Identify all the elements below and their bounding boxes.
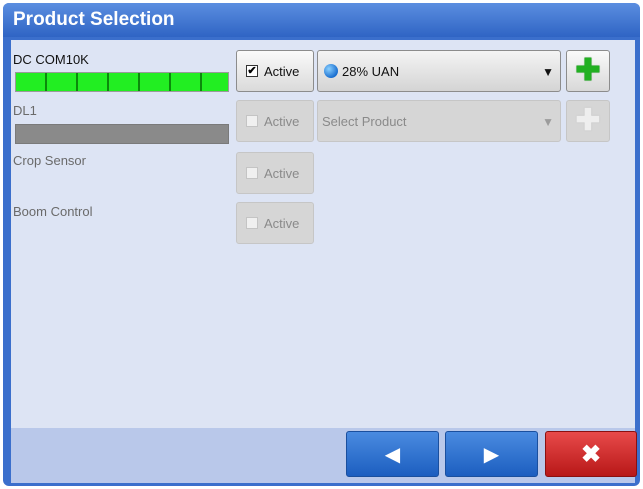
connection-status-bar [15, 72, 229, 92]
active-toggle-button[interactable]: Active [236, 152, 314, 194]
channel-name: Crop Sensor [13, 153, 86, 168]
plus-icon: ✚ [575, 104, 601, 137]
next-button[interactable]: ▶ [445, 431, 538, 477]
add-product-button[interactable]: ✚ [566, 50, 610, 92]
content-panel [11, 40, 635, 428]
active-toggle-button[interactable]: Active [236, 202, 314, 244]
product-placeholder: Select Product [322, 113, 407, 129]
checkbox-icon [246, 115, 258, 127]
arrow-right-icon: ▶ [483, 443, 500, 466]
close-icon: ✖ [580, 440, 602, 468]
channel-name: DL1 [13, 103, 37, 118]
active-label: Active [264, 215, 300, 231]
droplet-icon [324, 64, 338, 78]
product-selected-value: 28% UAN [342, 63, 400, 79]
connection-status-bar [15, 124, 229, 144]
previous-button[interactable]: ◀ [346, 431, 439, 477]
active-label: Active [264, 63, 300, 79]
window-title: Product Selection [13, 9, 175, 30]
chevron-down-icon: ▼ [542, 115, 554, 129]
checkbox-icon [246, 167, 258, 179]
active-toggle-button[interactable]: ✔ Active [236, 50, 314, 92]
cancel-button[interactable]: ✖ [545, 431, 637, 477]
channel-name: DC COM10K [13, 52, 89, 67]
checkbox-icon [246, 217, 258, 229]
channel-name: Boom Control [13, 204, 93, 219]
plus-icon: ✚ [575, 54, 601, 87]
product-dropdown[interactable]: 28% UAN ▼ [317, 50, 561, 92]
checkbox-icon: ✔ [246, 64, 258, 77]
arrow-left-icon: ◀ [384, 443, 401, 466]
active-toggle-button[interactable]: Active [236, 100, 314, 142]
add-product-button[interactable]: ✚ [566, 100, 610, 142]
active-label: Active [264, 113, 300, 129]
footer-bar [11, 428, 635, 483]
active-label: Active [264, 165, 300, 181]
product-dropdown[interactable]: Select Product ▼ [317, 100, 561, 142]
title-bar: Product Selection [3, 3, 640, 37]
chevron-down-icon: ▼ [542, 65, 554, 79]
